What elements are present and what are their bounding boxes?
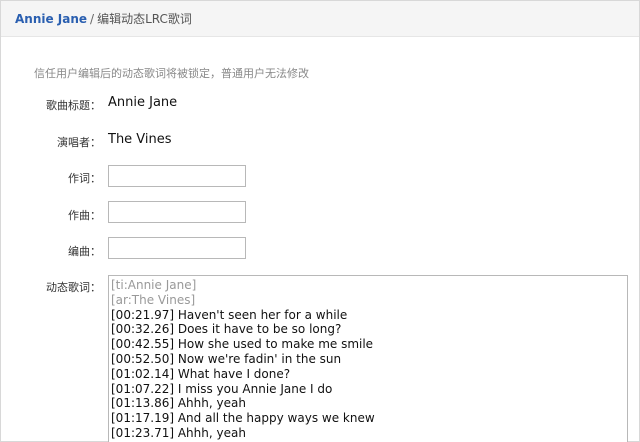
- breadcrumb-song-link[interactable]: Annie Jane: [15, 12, 87, 26]
- lyric-line: [00:21.97] Haven't seen her for a while: [111, 307, 348, 322]
- composer-input[interactable]: [108, 201, 246, 223]
- arranger-input[interactable]: [108, 237, 246, 259]
- lyric-line: [01:02.14] What have I done?: [111, 366, 291, 381]
- lyric-line: [01:17.19] And all the happy ways we kne…: [111, 411, 375, 426]
- song-title-value: Annie Jane: [108, 95, 178, 110]
- page-frame: Annie Jane / 编辑动态LRC歌词 信任用户编辑后的动态歌词将被锁定，普通…: [0, 0, 640, 442]
- breadcrumb-bar: Annie Jane / 编辑动态LRC歌词: [1, 1, 639, 37]
- song-title-label: 歌曲标题：: [46, 99, 101, 112]
- artist-value: The Vines: [108, 132, 172, 147]
- breadcrumb-separator: /: [90, 12, 95, 26]
- lyric-line: [00:52.50] Now we're fadin' in the sun: [111, 351, 342, 366]
- breadcrumb: Annie Jane / 编辑动态LRC歌词: [15, 11, 192, 27]
- lyric-line: [00:42.55] How she used to make me smile: [111, 337, 374, 352]
- lyric-line-artist-tag: [ar:The Vines]: [111, 292, 196, 307]
- lyrics-textarea[interactable]: [ti:Annie Jane] [ar:The Vines] [00:21.97…: [108, 275, 628, 442]
- lyricist-label: 作词：: [68, 172, 101, 185]
- lyric-line: [00:32.26] Does it have to be so long?: [111, 322, 342, 337]
- lyric-line: [01:07.22] I miss you Annie Jane I do: [111, 381, 333, 396]
- composer-label: 作曲：: [68, 209, 101, 222]
- artist-label: 演唱者：: [57, 136, 101, 149]
- lyric-line: [01:23.71] Ahhh, yeah: [111, 425, 246, 440]
- breadcrumb-current-page: 编辑动态LRC歌词: [97, 12, 192, 26]
- lock-notice: 信任用户编辑后的动态歌词将被锁定，普通用户无法修改: [34, 67, 309, 80]
- lyrics-label: 动态歌词：: [46, 281, 101, 294]
- lyric-line: [01:13.86] Ahhh, yeah: [111, 396, 246, 411]
- lyric-line-title-tag: [ti:Annie Jane]: [111, 278, 197, 292]
- arranger-label: 编曲：: [68, 245, 101, 258]
- lyricist-input[interactable]: [108, 165, 246, 187]
